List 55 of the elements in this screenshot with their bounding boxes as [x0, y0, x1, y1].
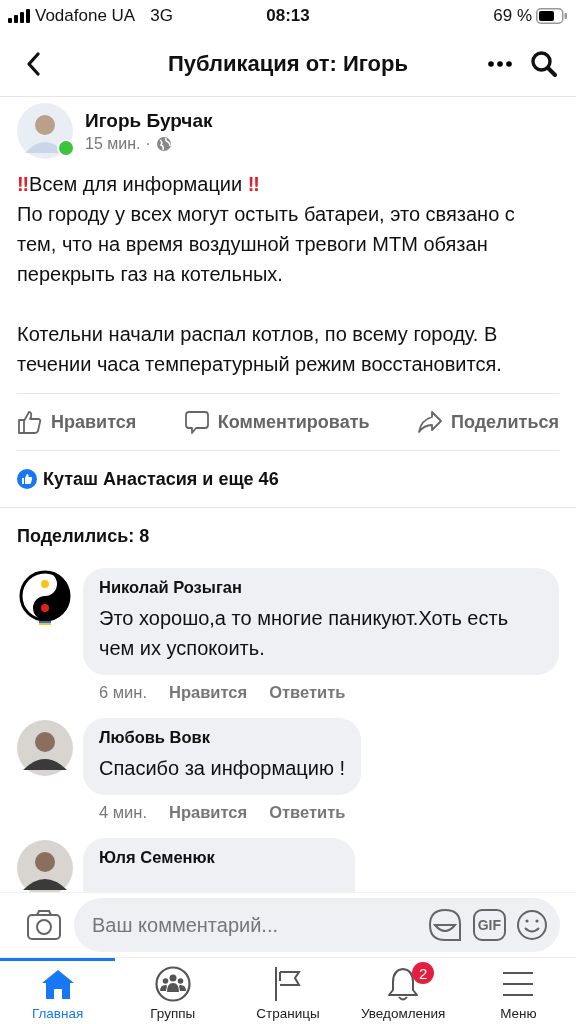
emoji-icon[interactable] — [516, 909, 548, 941]
comment-text: Это хорошо,а то многие паникуют.Хоть есть чем их успокоить. — [99, 606, 510, 661]
comment-field[interactable]: Ваш комментарий... GIF — [74, 898, 560, 952]
action-button[interactable]: Комментировать — [183, 409, 370, 435]
camera-icon[interactable] — [26, 909, 62, 941]
avatar-icon[interactable] — [17, 840, 73, 892]
clock: 08:13 — [265, 6, 311, 26]
author-name[interactable]: Игорь Бурчак — [85, 109, 213, 132]
tab[interactable]: 2 Уведомления — [345, 958, 461, 1024]
flag-icon — [273, 966, 303, 1002]
action-button[interactable]: Нравится — [17, 409, 137, 435]
signal-icon — [8, 9, 30, 23]
thumbs-up-icon — [17, 409, 43, 435]
post-headline: ‼Всем для информации ‼ — [17, 172, 261, 197]
tab[interactable]: Меню — [460, 958, 576, 1024]
reply-link[interactable]: Ответить — [269, 803, 346, 822]
carrier-name: Vodafone UA — [35, 6, 136, 26]
groups-icon — [154, 966, 191, 1002]
comment-text: Спасибо за информацию ! — [99, 756, 346, 781]
battery-percent: 69 % — [493, 6, 532, 26]
yin-yang-avatar[interactable] — [17, 570, 73, 626]
battery-icon — [536, 8, 568, 24]
commenter-name[interactable]: Любовь Вовк — [99, 728, 346, 747]
like-link[interactable]: Нравится — [169, 803, 248, 822]
avatar-icon[interactable] — [17, 720, 73, 776]
commenter-name[interactable]: Юля Семенюк — [99, 848, 339, 867]
like-reaction-icon — [17, 469, 37, 489]
page-title: Публикация от: Игорь — [167, 51, 409, 77]
gif-button[interactable]: GIF — [472, 909, 506, 941]
share-arrow-icon — [416, 409, 443, 435]
comment-time: 6 мин. — [99, 683, 148, 702]
bell-icon — [386, 966, 421, 1002]
reactions-summary[interactable]: Куташ Анастасия и еще 46 — [43, 468, 279, 490]
notification-badge: 2 — [412, 962, 435, 984]
reply-link[interactable]: Ответить — [269, 683, 346, 702]
post-time[interactable]: 15 мин. — [85, 134, 141, 153]
post-text: По городу у всех могут остыть батареи, это связано с тем, что на время воздушной тревоги МТМ обязан перекрыть газ на котельных. — [17, 202, 516, 287]
action-button[interactable]: Поделиться — [416, 409, 559, 435]
back-icon[interactable] — [26, 52, 40, 76]
network-type: 3G — [150, 6, 173, 26]
menu-icon — [502, 970, 535, 998]
commenter-name[interactable]: Николай Розыган — [99, 578, 543, 597]
shares-count[interactable]: Поделились: 8 — [17, 525, 150, 547]
tab[interactable]: Страницы — [230, 958, 346, 1024]
tab[interactable]: Группы — [115, 958, 231, 1024]
more-icon[interactable] — [488, 61, 512, 67]
search-icon[interactable] — [530, 50, 558, 78]
comment-time: 4 мин. — [99, 803, 148, 822]
separator-dot: · — [145, 134, 151, 153]
speech-bubble-icon — [183, 409, 210, 435]
sticker-icon[interactable] — [426, 907, 463, 943]
globe-icon — [155, 135, 172, 152]
like-link[interactable]: Нравится — [169, 683, 248, 702]
tab[interactable]: Главная — [0, 958, 116, 1024]
post-text: Котельни начали распал котлов, по всему городу. В течении часа температурный режим восстановится. — [17, 322, 503, 377]
